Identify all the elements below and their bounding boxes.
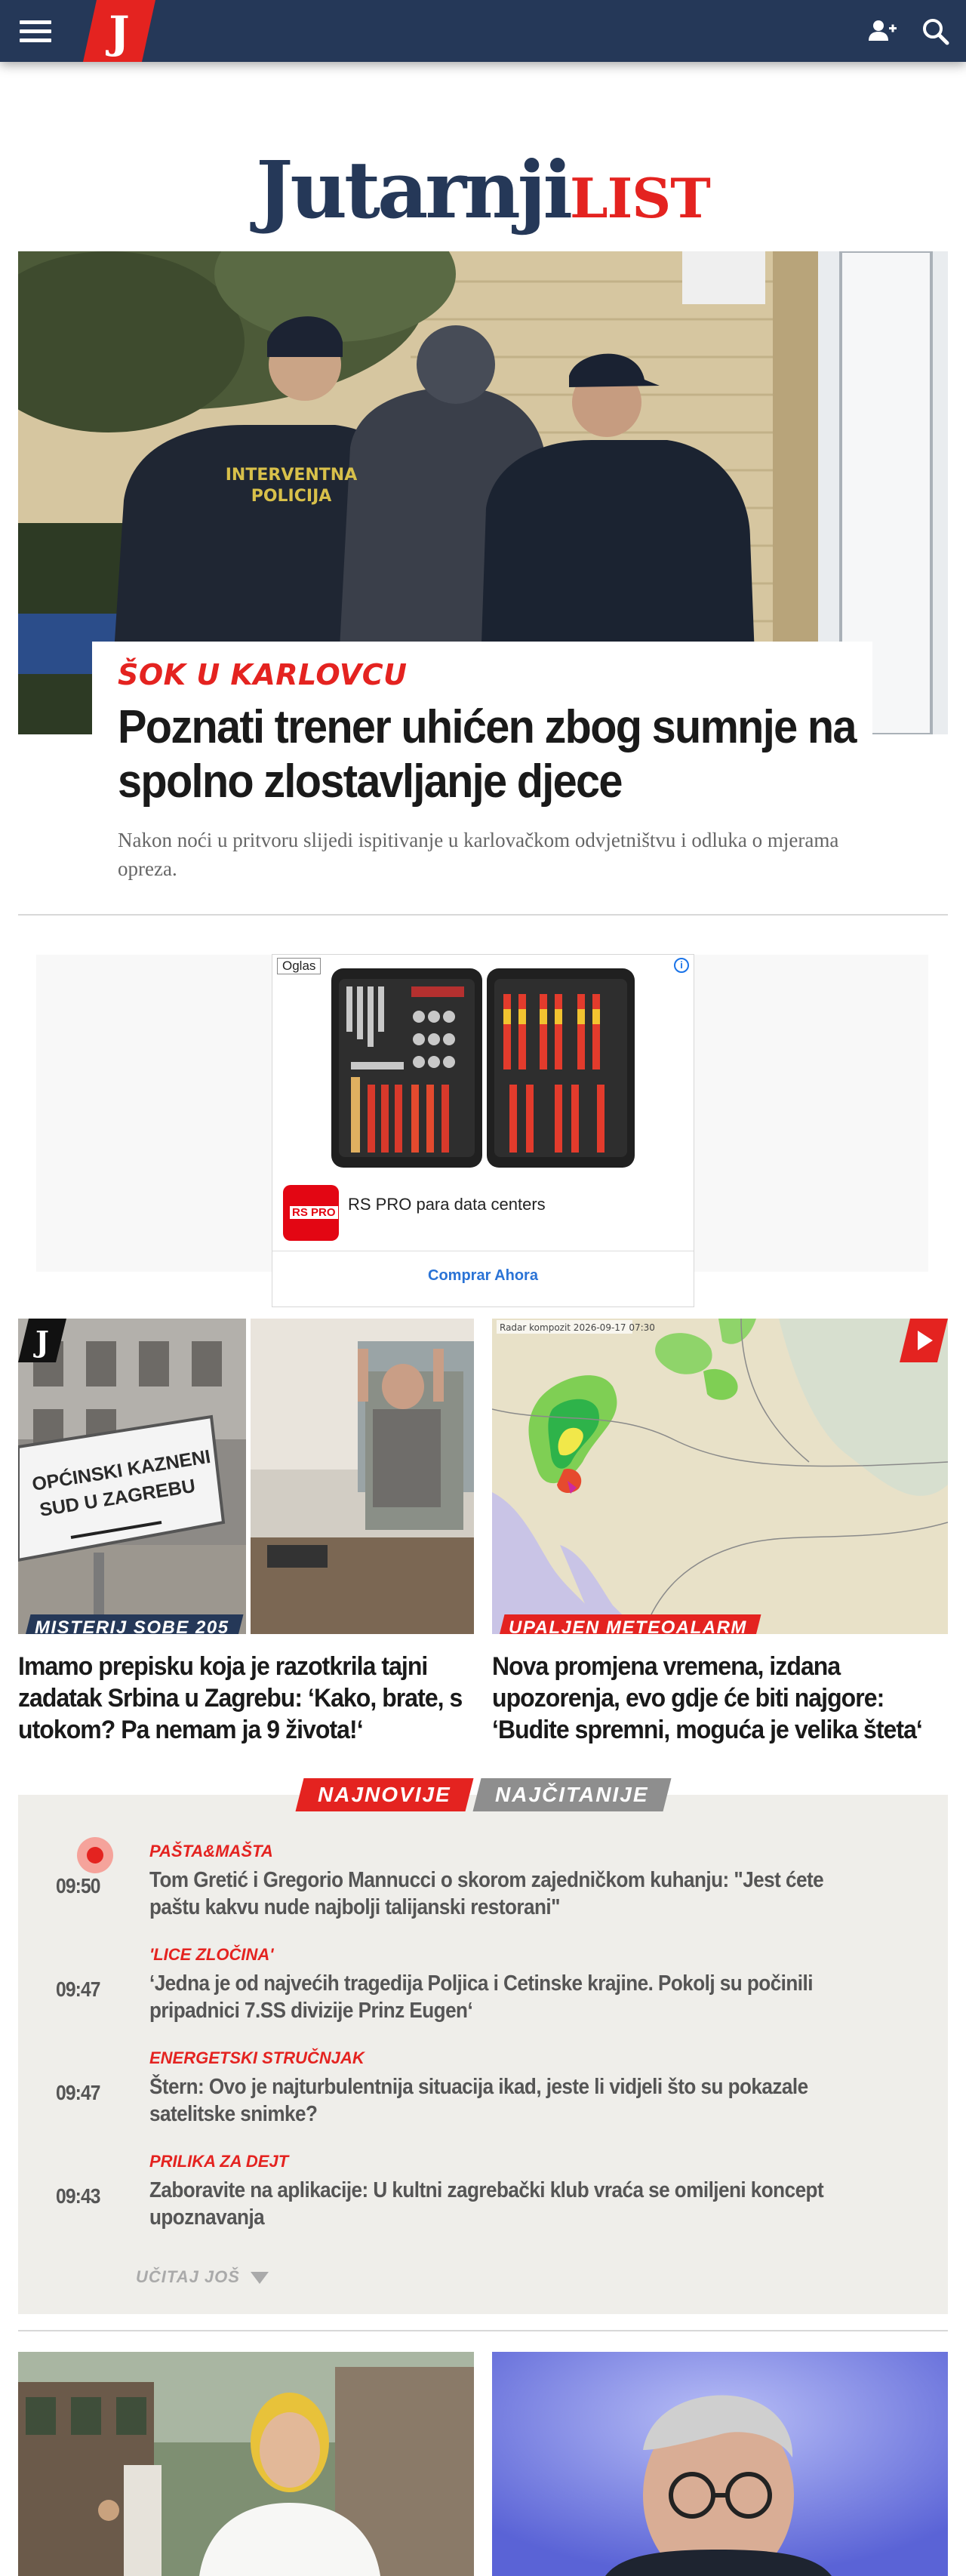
article-image[interactable] <box>18 2352 474 2576</box>
badge-letter: J <box>33 1325 49 1359</box>
search-icon[interactable] <box>919 15 951 47</box>
news-title[interactable]: ‘Jedna je od najvećih tragedija Poljica … <box>149 1970 856 2024</box>
masthead-main: Jutarnji <box>256 143 573 236</box>
news-title[interactable]: Tom Gretić i Gregorio Mannucci o skorom … <box>149 1867 856 1921</box>
ad-card[interactable]: Oglas i RS PRO RS PRO para data centers … <box>272 954 694 1307</box>
ad-tag: Oglas <box>277 958 321 974</box>
news-category[interactable]: PRILIKA ZA DEJT <box>149 2152 288 2171</box>
news-time: 09:50 <box>56 1874 101 1897</box>
ad-brand[interactable]: RS PRO para data centers <box>348 1195 546 1214</box>
card-kicker: MISTERIJ SOBE 205 <box>23 1614 244 1634</box>
tab-label: NAJNOVIJE <box>317 1783 451 1806</box>
jutarnji-badge-icon: J <box>18 1319 66 1362</box>
tab-najnovije[interactable]: NAJNOVIJE <box>295 1778 473 1811</box>
map-label: Radar kompozit 2026-09-17 07:30 <box>500 1322 655 1333</box>
news-title[interactable]: Štern: Ovo je najturbulentnija situacija… <box>149 2073 856 2128</box>
news-time: 09:47 <box>56 1977 101 2001</box>
live-indicator-icon <box>77 1837 113 1873</box>
masthead-logo[interactable]: JutarnjiLIST <box>0 143 966 236</box>
news-tabs: NAJNOVIJE NAJČITANIJE <box>0 1778 966 1811</box>
vest-text-line-2: POLICIJA <box>251 487 332 506</box>
article-card[interactable]: Radar kompozit 2026-09-17 07:30 UPALJEN … <box>492 1319 948 1746</box>
vest-text-line-1: INTERVENTNA <box>226 466 358 485</box>
news-category[interactable]: ENERGETSKI STRUČNJAK <box>149 2048 365 2068</box>
news-title[interactable]: Zaboravite na aplikacije: U kultni zagre… <box>149 2177 856 2231</box>
divider <box>18 914 948 916</box>
tab-najcitanije[interactable]: NAJČITANIJE <box>472 1778 671 1811</box>
toolcase-image[interactable] <box>328 964 638 1172</box>
ad-brand-logo-text: RS PRO <box>290 1206 338 1219</box>
news-category[interactable]: 'LICE ZLOČINA' <box>149 1945 273 1965</box>
add-user-icon[interactable] <box>866 15 898 47</box>
article-image[interactable]: Radar kompozit 2026-09-17 07:30 UPALJEN … <box>492 1319 948 1634</box>
card-title[interactable]: Nova promjena vremena, izdana upozorenja… <box>492 1651 946 1746</box>
masthead-sub: LIST <box>569 166 711 230</box>
ad-brand-logo[interactable]: RS PRO <box>283 1185 339 1241</box>
news-time: 09:43 <box>56 2184 101 2208</box>
top-navigation-bar: J <box>0 0 966 62</box>
card-kicker: UPALJEN METEOALARM <box>497 1614 761 1634</box>
card-kicker-text: UPALJEN METEOALARM <box>509 1617 747 1634</box>
news-category[interactable]: PAŠTA&MAŠTA <box>149 1842 273 1861</box>
site-logo[interactable]: J <box>83 0 155 62</box>
news-time: 09:47 <box>56 2081 101 2104</box>
hero-kicker: ŠOK U KARLOVCU <box>118 658 408 691</box>
tab-label: NAJČITANIJE <box>494 1783 649 1806</box>
logo-letter: J <box>105 7 129 58</box>
article-image[interactable]: OPĆINSKI KAZNENI SUD U ZAGREBU J MISTERI… <box>18 1319 474 1634</box>
play-icon[interactable] <box>900 1319 948 1362</box>
chevron-down-icon <box>250 2272 269 2285</box>
article-image[interactable] <box>492 2352 948 2576</box>
hero-title[interactable]: Poznati trener uhićen zbog sumnje na spo… <box>118 700 875 809</box>
divider <box>18 2330 948 2331</box>
info-icon[interactable]: i <box>674 958 689 973</box>
ad-cta-button[interactable]: Comprar Ahora <box>272 1267 694 1285</box>
card-title[interactable]: Imamo prepisku koja je razotkrila tajni … <box>18 1651 472 1746</box>
hero-lead: Nakon noći u pritvoru slijedi ispitivanj… <box>118 829 839 880</box>
load-more-label: UČITAJ JOŠ <box>136 2267 240 2286</box>
hero-article-card[interactable]: ŠOK U KARLOVCU Poznati trener uhićen zbo… <box>92 642 872 898</box>
card-kicker-text: MISTERIJ SOBE 205 <box>35 1617 229 1634</box>
hamburger-menu-icon[interactable] <box>20 20 51 43</box>
article-card[interactable]: OPĆINSKI KAZNENI SUD U ZAGREBU J MISTERI… <box>18 1319 474 1746</box>
load-more-button[interactable]: UČITAJ JOŠ <box>136 2267 269 2287</box>
